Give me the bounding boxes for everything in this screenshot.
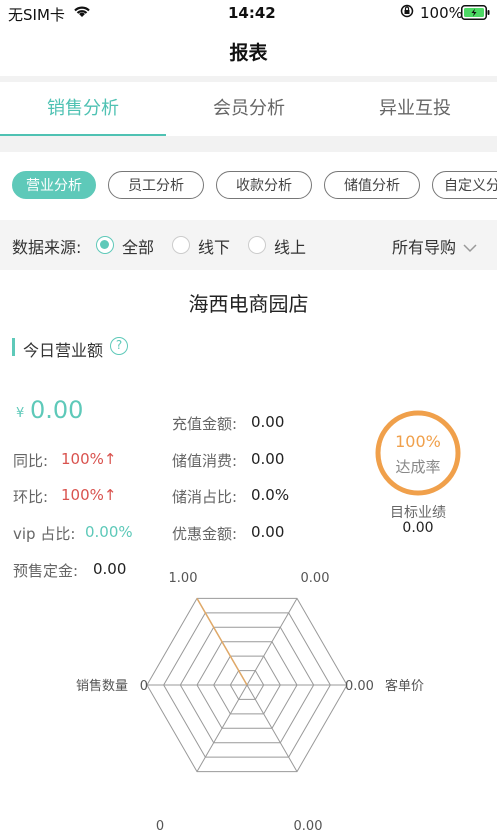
stored-consumption-label: 储值消费: [172,452,238,470]
radar-axis-value: 0.00 [294,819,323,833]
chip-stored-value-analysis[interactable]: 储值分析 [324,171,420,199]
achievement-gauge [375,410,461,496]
mom-label: 环比: [13,488,49,506]
stored-consumption-value: 0.00 [251,450,285,468]
battery-icon [461,5,491,24]
orientation-lock-icon [400,4,414,22]
time-text: 14:42 [228,4,276,22]
radar-axis-label: 销售数量 [76,678,128,694]
data-source-filter: 数据来源: 全部 线下 线上 所有导购 [0,220,497,270]
tab-member-analysis[interactable]: 会员分析 [166,94,332,120]
guide-selector[interactable]: 所有导购 [392,234,456,258]
radio-online[interactable] [248,236,266,254]
chip-payment-analysis[interactable]: 收款分析 [216,171,312,199]
discount-amount-value: 0.00 [251,523,285,541]
chevron-down-icon[interactable] [463,238,477,257]
wifi-icon [72,3,92,23]
stored-ratio-value: 0.0% [251,486,290,504]
section-title: 今日营业额 [23,341,104,360]
radar-axis-value: 1.00 [169,571,198,586]
radar-axis-value: 0 [140,679,148,694]
section-marker [12,338,15,356]
radio-all-label[interactable]: 全部 [122,234,154,258]
radar-axis-value: 0 [156,819,164,833]
chip-staff-analysis[interactable]: 员工分析 [108,171,204,199]
carrier-text: 无SIM卡 [8,6,65,24]
battery-text: 100% [420,4,463,22]
target-label: 目标业绩 [390,505,446,521]
help-icon[interactable]: ? [110,337,128,355]
tab-sales-analysis[interactable]: 销售分析 [0,94,166,120]
radio-offline-label[interactable]: 线下 [198,234,230,258]
recharge-amount-label: 充值金额: [172,415,238,433]
stored-ratio-label: 储消占比: [172,488,238,506]
active-tab-indicator [0,134,166,136]
currency-symbol: ¥ [16,406,25,421]
radar-axis-value: 0.00 [345,679,374,694]
nav-bar: 报表 [0,26,497,76]
yoy-value: 100%↑ [61,450,117,468]
data-source-label: 数据来源: [12,238,82,257]
store-name: 海西电商园店 [188,292,309,316]
recharge-amount-value: 0.00 [251,413,285,431]
vip-ratio-label: vip 占比: [13,525,76,543]
gauge-percent: 100% [395,432,441,451]
radio-all[interactable] [96,236,114,254]
sub-tab-bar: 营业分析 员工分析 收款分析 储值分析 自定义分 [0,152,497,220]
vip-ratio-value: 0.00% [85,523,133,541]
chip-custom-analysis[interactable]: 自定义分 [432,171,497,199]
discount-amount-label: 优惠金额: [172,525,238,543]
report-content: 海西电商园店 今日营业额 ? ¥ 0.00 同比: 100%↑ 环比: 100%… [0,270,497,833]
radar-chart: 折扣率1.00连带率0.000.00客单价0.0000销售数量 [76,571,424,833]
tab-bar: 销售分析 会员分析 异业互投 [0,82,497,136]
revenue-amount: 0.00 [30,396,84,424]
radio-offline[interactable] [172,236,190,254]
page-title: 报表 [229,42,268,64]
chip-business-analysis[interactable]: 营业分析 [12,171,96,199]
radar-axis-value: 0.00 [301,571,330,586]
radio-online-label[interactable]: 线上 [274,234,306,258]
mom-value: 100%↑ [61,486,117,504]
radar-axis-label: 客单价 [385,678,424,694]
yoy-label: 同比: [13,452,49,470]
tab-cross-promotion[interactable]: 异业互投 [332,94,497,120]
status-bar: 无SIM卡 14:42 100% [0,0,497,26]
target-value: 0.00 [402,520,434,536]
gauge-caption: 达成率 [395,458,441,476]
